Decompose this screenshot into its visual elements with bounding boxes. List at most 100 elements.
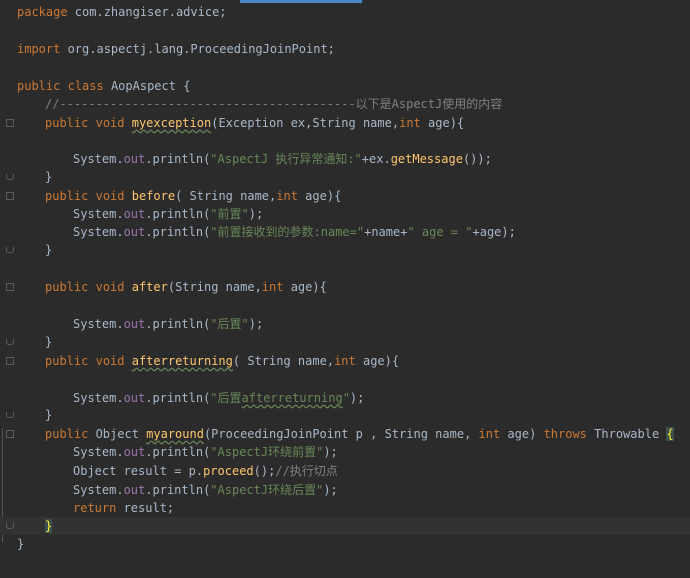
code-text: result; [116,501,175,515]
code-line[interactable]: } [0,535,690,553]
keyword: throws [543,427,587,441]
fold-icon[interactable] [6,430,14,438]
code-line[interactable]: } [0,333,690,351]
code-text: +name+ [364,225,408,239]
brace: ){ [326,189,342,203]
code-line[interactable]: System.out.println("前置"); [0,205,690,223]
code-text: ); [248,207,264,221]
keyword: public [45,427,89,441]
param: age [283,280,313,294]
method-name: myexception [131,116,212,130]
param: name [297,354,327,368]
fold-icon[interactable] [6,119,14,127]
field-ref: out [123,445,146,459]
return-type: Object [88,427,147,441]
field-ref: out [123,483,146,497]
code-text: ()); [462,152,492,166]
code-line[interactable]: return result; [0,499,690,517]
class-ref: System. [73,483,124,497]
keyword: void [95,280,125,294]
field-ref: out [123,207,146,221]
code-line[interactable]: System.out.println("AspectJ环绕前置"); [0,443,690,461]
code-editor[interactable]: package com.zhangiser.advice; import org… [0,0,690,578]
field-ref: out [123,317,146,331]
code-line[interactable]: System.out.println("后置"); [0,315,690,333]
method-call: .println( [145,225,211,239]
code-line[interactable]: public class AopAspect { [0,77,690,95]
keyword: void [95,116,125,130]
code-text: ) [529,427,544,441]
code-line[interactable]: import org.aspectj.lang.ProceedingJoinPo… [0,40,690,58]
string-literal: "AspectJ环绕前置" [210,445,324,459]
code-line[interactable]: public void before( String name,int age)… [0,187,690,205]
code-text: . [195,464,204,478]
code-line[interactable]: //--------------------------------------… [0,95,690,113]
fold-end-icon[interactable] [6,247,14,253]
brace: { [175,79,191,93]
class-ref: System. [73,391,124,405]
method-call: proceed [203,464,254,478]
string-literal: "AspectJ 执行异常通知:" [210,152,362,166]
method-name: myaround [146,427,204,441]
keyword: int [478,427,501,441]
code-line[interactable]: System.out.println("后置afterreturning"); [0,389,690,407]
param-type: , String [362,427,436,441]
current-line[interactable]: } [0,517,690,535]
string-literal: "后置 [210,391,242,405]
fold-end-icon[interactable] [6,523,14,529]
code-text: ); [323,445,338,459]
fold-end-icon[interactable] [6,174,14,180]
method-name: after [131,280,168,294]
method-call: .println( [145,445,211,459]
code-text: result = [123,464,189,478]
keyword: public [45,189,89,203]
code-line[interactable]: public void after(String name,int age){ [0,278,690,296]
method-name: before [131,189,176,203]
brace: } [45,408,53,422]
code-text: ); [349,391,365,405]
param: age [355,354,385,368]
brace: } [45,170,53,184]
fold-icon[interactable] [6,192,14,200]
code-line[interactable]: public Object myaround(ProceedingJoinPoi… [0,425,690,443]
string-literal: "后置" [210,317,249,331]
fold-end-icon[interactable] [6,339,14,345]
brace: { [666,427,674,441]
keyword: public [45,280,89,294]
brace: } [45,519,53,533]
return-type: Object [73,464,124,478]
param-type: (ProceedingJoinPoint [203,427,356,441]
param: name [240,189,270,203]
code-line[interactable]: public void afterreturning( String name,… [0,352,690,370]
string-literal: afterreturning [241,391,343,405]
code-line[interactable]: Object result = p.proceed();//执行切点 [0,462,690,480]
field-ref: out [123,391,146,405]
param-type: ( String [175,189,241,203]
param-type: (Exception [211,116,291,130]
exception-type: Throwable [586,427,667,441]
code-line[interactable]: } [0,168,690,186]
fold-icon[interactable] [6,357,14,365]
method-call: .println( [145,483,211,497]
code-line[interactable]: public void myexception(Exception ex,Str… [0,114,690,132]
string-literal: " [342,391,350,405]
code-line[interactable]: } [0,406,690,424]
code-line[interactable]: System.out.println("AspectJ环绕后置"); [0,481,690,499]
code-line[interactable]: System.out.println("AspectJ 执行异常通知:"+ex.… [0,150,690,168]
keyword: public [17,79,61,93]
fold-icon[interactable] [6,283,14,291]
code-line[interactable]: package com.zhangiser.advice; [0,3,690,21]
keyword: int [276,189,298,203]
code-text: +age); [472,225,516,239]
field-ref: out [123,225,146,239]
code-text: org.aspectj.lang.ProceedingJoinPoint; [60,42,335,56]
brace: } [45,243,53,257]
fold-end-icon[interactable] [6,412,14,418]
comment: //--------------------------------------… [45,97,503,111]
string-literal: "前置" [210,207,249,221]
keyword: void [95,189,125,203]
param: name [435,427,465,441]
code-line[interactable]: System.out.println("前置接收到的参数:name="+name… [0,223,690,241]
string-literal: "前置接收到的参数:name=" [210,225,365,239]
code-line[interactable]: } [0,241,690,259]
